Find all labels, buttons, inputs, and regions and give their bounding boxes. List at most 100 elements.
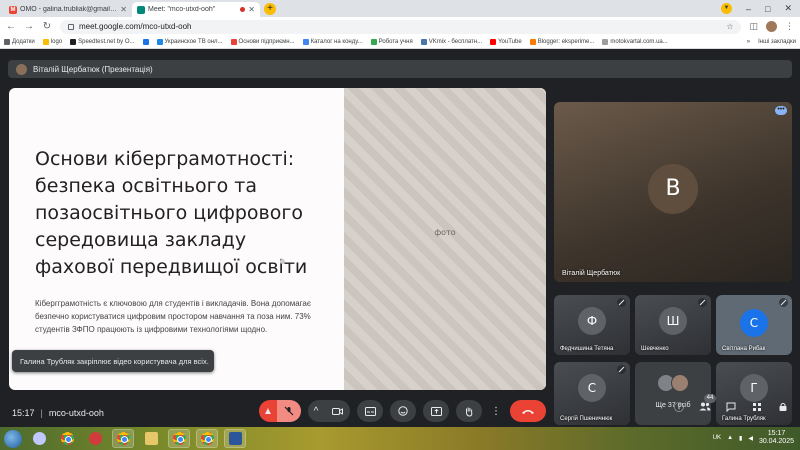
present-screen-button[interactable] [423,400,449,422]
host-controls-button[interactable] [776,402,790,416]
meet-icon [137,5,145,14]
camera-button[interactable] [324,400,350,422]
participant-tile[interactable]: Ф Федчишина Тетяна [554,295,630,355]
activities-button[interactable] [750,402,764,416]
apps-grid-icon [4,39,10,45]
taskbar-app[interactable] [224,429,246,448]
presenter-banner: Віталій Щербатюк (Презентація) [8,60,792,78]
site-icon [142,39,149,45]
chrome-icon [116,432,130,445]
taskbar-app[interactable] [56,429,78,448]
leave-call-button[interactable] [510,400,546,422]
bookmark-speedtest[interactable]: Speedtest.net by O... [70,39,135,45]
raise-hand-button[interactable] [456,400,482,422]
taskbar-app[interactable] [28,429,50,448]
window-controls: ▼ – □ ✕ [721,0,800,17]
google-icon [302,39,309,45]
minimize-button[interactable]: – [746,4,751,14]
tab-search-icon[interactable]: ▼ [721,3,732,14]
site-icon [602,39,609,45]
chrome-icon [60,432,74,445]
clock-date: 30.04.2025 [758,438,794,445]
clock-time: 15:17 [767,430,786,437]
captions-button[interactable] [357,400,383,422]
vk-icon [420,39,427,45]
close-tab-icon[interactable]: ✕ [248,5,255,14]
taskbar-app[interactable] [168,429,190,448]
system-tray: UK ▲ ▮ ◀ 15:17 30.04.2025 [713,430,794,446]
taskbar-app[interactable] [140,429,162,448]
present-icon [430,406,442,416]
extensions-icon[interactable]: ◫ [749,21,758,32]
clock[interactable]: 15:17 30.04.2025 [759,430,794,446]
mic-off-icon [617,298,626,307]
reactions-button[interactable] [390,400,416,422]
mic-off-button[interactable] [277,400,301,422]
slide-body: Кібергграмотність є ключовою для студент… [35,299,311,334]
taskbar-app[interactable] [196,429,218,448]
address-bar[interactable]: meet.google.com/mco-utxd-ooh ☆ [60,19,742,34]
forward-icon[interactable]: → [24,21,34,32]
bookmark-star-icon[interactable]: ☆ [726,22,733,31]
bookmarks-bar: Додатки logo Speedtest.net by O... Украи… [0,36,800,49]
yandex-icon [88,432,102,445]
meeting-info: 15:17 | mco-utxd-ooh [12,408,104,418]
mic-off-icon [284,406,294,416]
avatar: С [578,374,606,402]
bookmark-youtube[interactable]: YouTube [490,39,522,45]
more-bookmarks-button[interactable]: » [747,39,750,45]
bookmark-blogger[interactable]: Blogger: eksperime... [529,39,594,45]
presentation-slide[interactable]: Основи кіберграмотності: безпека освітнь… [9,88,546,390]
maximize-button[interactable]: □ [765,4,770,14]
profile-avatar[interactable] [766,21,777,32]
bookmark-catalog[interactable]: Каталог на конду... [302,39,363,45]
chrome-icon [172,432,186,445]
close-tab-icon[interactable]: ✕ [120,5,127,14]
close-window-button[interactable]: ✕ [784,3,792,14]
bookmark-motokvartal[interactable]: motokvartal.com.ua... [602,39,668,45]
tab-gmail[interactable]: M OMO - galina.trubliak@gmail.co ✕ [4,2,132,17]
taskbar-app[interactable] [84,429,106,448]
tray-arrow-icon[interactable]: ▲ [727,435,733,441]
network-icon[interactable]: ▮ [739,435,742,442]
meeting-time: 15:17 [12,408,35,418]
lock-icon[interactable] [68,23,74,30]
bookmark-blank[interactable] [142,39,149,45]
slide-text-column: Основи кіберграмотності: безпека освітнь… [9,88,344,390]
bookmark-osnovy[interactable]: Основи підприємн... [230,39,295,45]
back-icon[interactable]: ← [6,21,16,32]
start-button[interactable] [4,429,22,448]
slide-photo: фото [344,88,546,390]
participant-tile[interactable]: С Світлана Рибак [716,295,792,355]
bookmark-apps[interactable]: Додатки [4,39,35,45]
menu-kebab-icon[interactable]: ⋮ [785,21,794,32]
people-button[interactable]: 44 [698,394,716,416]
bookmark-ukr-tv[interactable]: Украинское ТВ онл... [156,39,223,45]
photo-placeholder-label: фото [434,228,456,237]
youtube-icon [490,39,497,45]
hand-icon [466,407,473,417]
more-options-icon[interactable]: ••• [775,106,787,115]
other-bookmarks-folder[interactable]: Інші закладки [758,39,796,45]
presenter-avatar [16,63,27,75]
camera-icon [331,407,343,415]
gmail-icon: M [9,5,17,14]
people-count-badge: 44 [704,394,716,403]
bookmark-vkmix[interactable]: VKmix - бесплатн... [420,39,482,45]
pointer-cursor [280,259,285,264]
taskbar-app[interactable] [112,429,134,448]
meeting-details-button[interactable]: ⓘ [672,402,686,416]
bookmark-robota[interactable]: Робота учня [370,39,413,45]
new-tab-button[interactable]: + [264,3,276,15]
more-options-button[interactable]: ⋮ [489,400,503,422]
chat-button[interactable] [724,402,738,416]
audio-options-chevron-icon[interactable]: ▲ [259,400,277,422]
participant-tile[interactable]: Ш Шевченко [635,295,711,355]
reload-icon[interactable]: ↻ [42,21,52,32]
language-indicator[interactable]: UK [713,435,721,441]
volume-icon[interactable]: ◀ [748,435,753,442]
bookmark-logo[interactable]: logo [42,39,62,45]
tab-meet[interactable]: Meet: "mco-utxd-ooh" ✕ [132,2,260,17]
pinned-video-tile[interactable]: В ••• Віталій Щербатюк [554,102,792,282]
video-options-chevron-icon[interactable]: ^ [308,400,324,422]
